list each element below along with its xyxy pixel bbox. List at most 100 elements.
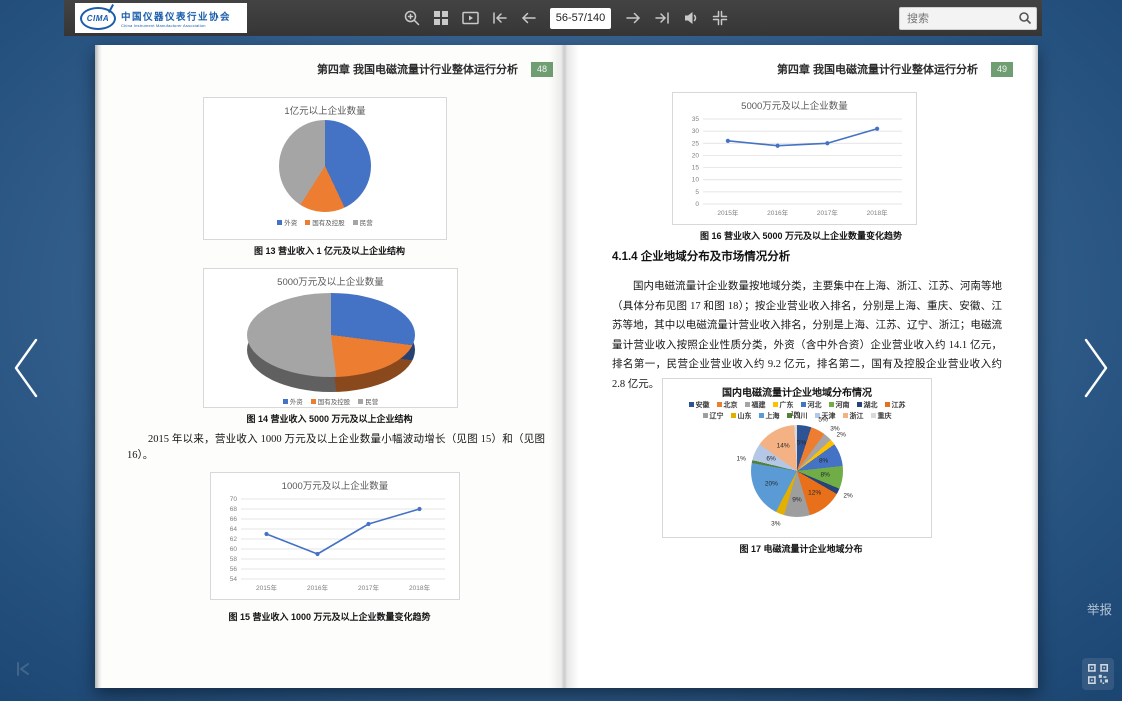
legend-swatch bbox=[283, 399, 288, 404]
search-input[interactable] bbox=[899, 7, 1037, 30]
book-spread: 第四章 我国电磁流量计行业整体运行分析 48 1亿元以上企业数量外资国有及控股民… bbox=[95, 45, 1038, 688]
search-icon[interactable] bbox=[1018, 11, 1032, 30]
legend-swatch bbox=[703, 413, 708, 418]
svg-text:54: 54 bbox=[230, 576, 238, 583]
svg-text:2015年: 2015年 bbox=[256, 583, 277, 592]
pie-shape bbox=[279, 120, 371, 212]
legend-item: 福建 bbox=[745, 400, 766, 410]
pie-slice-label: 2% bbox=[837, 432, 846, 439]
org-name-cn: 中国仪器仪表行业协会 bbox=[121, 9, 231, 23]
right-page-header: 第四章 我国电磁流量计行业整体运行分析 49 bbox=[777, 61, 1013, 77]
association-logo[interactable]: CIMA 中国仪器仪表行业协会 China Instrument Manufac… bbox=[75, 3, 247, 33]
pie-slice-label: 9% bbox=[792, 496, 801, 503]
prev-page-button[interactable] bbox=[518, 8, 538, 28]
section-heading: 4.1.4 企业地域分布及市场情况分析 bbox=[612, 248, 790, 264]
chapter-title: 第四章 我国电磁流量计行业整体运行分析 bbox=[777, 61, 978, 77]
legend-item: 河南 bbox=[829, 400, 850, 410]
legend-item: 重庆 bbox=[871, 411, 892, 421]
svg-text:70: 70 bbox=[230, 496, 238, 503]
svg-text:5: 5 bbox=[695, 189, 699, 196]
svg-text:30: 30 bbox=[692, 128, 700, 135]
zoom-button[interactable] bbox=[402, 8, 422, 28]
first-page-button[interactable] bbox=[489, 8, 509, 28]
viewer-background: CIMA 中国仪器仪表行业协会 China Instrument Manufac… bbox=[0, 0, 1122, 701]
svg-text:58: 58 bbox=[230, 556, 238, 563]
svg-text:2015年: 2015年 bbox=[717, 208, 738, 217]
fullscreen-button[interactable] bbox=[710, 8, 730, 28]
pie-slice-label: 1% bbox=[790, 411, 799, 418]
legend-swatch bbox=[717, 402, 722, 407]
legend-item: 民营 bbox=[358, 396, 378, 406]
figure-15-caption: 图 15 营业收入 1000 万元及以上企业数量变化趋势 bbox=[95, 610, 564, 623]
speaker-icon bbox=[682, 9, 700, 27]
pie-slice-label: 5% bbox=[797, 439, 806, 446]
legend-swatch bbox=[689, 402, 694, 407]
legend-swatch bbox=[759, 413, 764, 418]
pie-slice-label: 1% bbox=[737, 456, 746, 463]
cima-logo-icon: CIMA bbox=[80, 7, 116, 30]
skip-start-icon bbox=[13, 660, 35, 678]
legend-item: 上海 bbox=[759, 411, 780, 421]
pie-plot: 5%5%3%2%8%8%2%12%9%3%20%1%6%14%1% bbox=[751, 425, 843, 517]
chart-legend: 外资国有及控股民营 bbox=[273, 216, 377, 228]
svg-text:60: 60 bbox=[230, 546, 238, 553]
legend-swatch bbox=[311, 399, 316, 404]
corner-first-page-button[interactable] bbox=[13, 660, 35, 683]
svg-text:15: 15 bbox=[692, 165, 700, 172]
svg-text:66: 66 bbox=[230, 516, 238, 523]
pie-plot bbox=[279, 120, 371, 212]
svg-text:25: 25 bbox=[692, 140, 700, 147]
qr-code-button[interactable] bbox=[1082, 658, 1114, 690]
arrow-right-icon bbox=[624, 9, 643, 27]
pie3d-plot bbox=[247, 293, 415, 391]
qr-code-icon bbox=[1088, 664, 1108, 684]
pie-slice-label: 3% bbox=[771, 520, 780, 527]
legend-swatch bbox=[885, 402, 890, 407]
chart-title: 5000万元及以上企业数量 bbox=[204, 269, 457, 289]
figure-15-line-chart: 1000万元及以上企业数量5456586062646668702015年2016… bbox=[210, 472, 460, 600]
legend-item: 湖北 bbox=[857, 400, 878, 410]
thumbnails-button[interactable] bbox=[431, 8, 451, 28]
legend-swatch bbox=[801, 402, 806, 407]
figure-14-pie3d-chart: 5000万元及以上企业数量外资国有及控股民营 bbox=[203, 268, 458, 408]
report-link[interactable]: 举报 bbox=[1087, 599, 1112, 618]
svg-text:0: 0 bbox=[695, 201, 699, 208]
chevron-right-icon bbox=[1072, 334, 1116, 402]
figure-14-caption: 图 14 营业收入 5000 万元及以上企业结构 bbox=[95, 412, 564, 425]
previous-spread-button[interactable] bbox=[6, 334, 50, 402]
chart-title: 5000万元及以上企业数量 bbox=[673, 93, 916, 113]
figure-17-caption: 图 17 电磁流量计企业地域分布 bbox=[564, 542, 1038, 555]
pie-slice-label: 14% bbox=[777, 443, 790, 450]
chart-legend: 外资国有及控股民营 bbox=[279, 395, 383, 407]
svg-text:20: 20 bbox=[692, 152, 700, 159]
pie-slice-label: 20% bbox=[765, 480, 778, 487]
page-indicator-input[interactable] bbox=[550, 8, 611, 29]
pie-slice-label: 8% bbox=[819, 457, 828, 464]
svg-text:2016年: 2016年 bbox=[767, 208, 788, 217]
svg-text:2018年: 2018年 bbox=[409, 583, 430, 592]
svg-text:2017年: 2017年 bbox=[817, 208, 838, 217]
legend-swatch bbox=[745, 402, 750, 407]
legend-item: 外资 bbox=[277, 217, 297, 227]
toolbar: CIMA 中国仪器仪表行业协会 China Instrument Manufac… bbox=[64, 0, 1042, 36]
legend-swatch bbox=[353, 220, 358, 225]
figure-13-pie-chart: 1亿元以上企业数量外资国有及控股民营 bbox=[203, 97, 447, 240]
legend-item: 山东 bbox=[731, 411, 752, 421]
right-page-paragraph: 国内电磁流量计企业数量按地域分类，主要集中在上海、浙江、江苏、河南等地（具体分布… bbox=[612, 277, 1002, 394]
last-page-button[interactable] bbox=[652, 8, 672, 28]
next-page-button[interactable] bbox=[623, 8, 643, 28]
next-spread-button[interactable] bbox=[1072, 334, 1116, 402]
grid-icon bbox=[432, 9, 450, 27]
left-page-header: 第四章 我国电磁流量计行业整体运行分析 48 bbox=[317, 61, 553, 77]
figure-16-line-chart: 5000万元及以上企业数量051015202530352015年2016年201… bbox=[672, 92, 917, 225]
slideshow-button[interactable] bbox=[460, 8, 480, 28]
legend-item: 辽宁 bbox=[703, 411, 724, 421]
figure-17-pie-chart: 国内电磁流量计企业地域分布情况安徽北京福建广东河北河南湖北江苏辽宁山东上海四川天… bbox=[662, 378, 932, 538]
sound-button[interactable] bbox=[681, 8, 701, 28]
skip-end-icon bbox=[653, 9, 672, 27]
left-page: 第四章 我国电磁流量计行业整体运行分析 48 1亿元以上企业数量外资国有及控股民… bbox=[95, 45, 564, 688]
legend-item: 民营 bbox=[353, 217, 373, 227]
svg-text:62: 62 bbox=[230, 536, 238, 543]
svg-text:35: 35 bbox=[692, 116, 700, 123]
legend-swatch bbox=[277, 220, 282, 225]
